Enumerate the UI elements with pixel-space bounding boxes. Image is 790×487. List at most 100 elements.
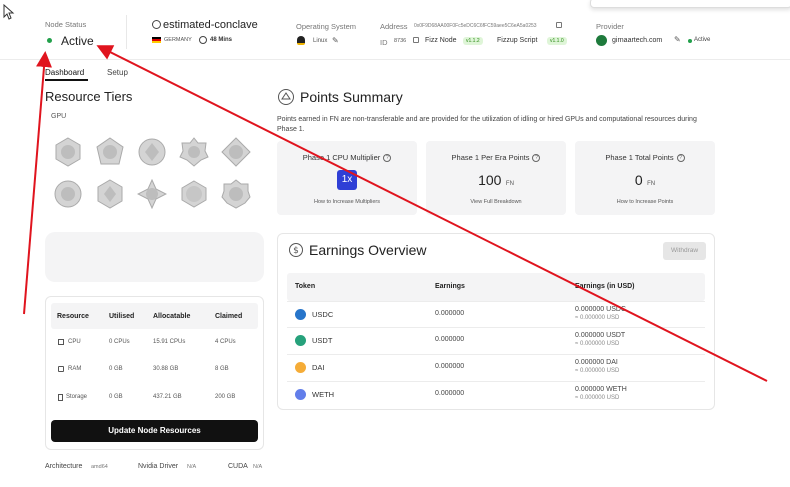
provider-status: Active [694, 37, 711, 43]
token-usd: 0.000000 USDC ≈ 0.000000 USD [575, 306, 626, 322]
architecture-label: Architecture [45, 463, 83, 470]
node-status-label: Node Status [45, 20, 87, 29]
token-usd-value: 0.000000 DAI [575, 359, 618, 366]
tier-badge-10-icon[interactable] [221, 179, 251, 209]
cpu-icon [58, 339, 64, 345]
col-allocatable: Allocatable [153, 313, 191, 320]
token-usd-approx: ≈ 0.000000 USD [575, 315, 620, 321]
token-earnings: 0.000000 [435, 336, 465, 343]
table-row: USDT 0.000000 0.000000 USDT ≈ 0.000000 US… [287, 327, 705, 353]
id-value: 8736 [394, 38, 407, 44]
row-ram-utilised: 0 GB [109, 366, 123, 372]
node-name: estimated-conclave [163, 19, 258, 31]
fizz-node-label: Fizz Node [425, 37, 457, 44]
tier-badge-3-icon[interactable] [137, 137, 167, 167]
address-value: 0x0F9D68AA00F0Fc5eDC6C6fFC59aee5C6eA5a02… [414, 23, 537, 29]
annotation-arrow-up [23, 51, 53, 315]
resource-tiers-title: Resource Tiers [45, 89, 133, 104]
col-resource: Resource [57, 313, 89, 320]
points-card-total-title: Phase 1 Total Points [605, 153, 674, 162]
token-earnings: 0.000000 [435, 363, 465, 370]
per-era-points-unit: FN [505, 181, 514, 187]
tier-placeholder-card [45, 232, 264, 282]
fizz-node-version-badge: v1.1.2 [463, 37, 483, 45]
row-cpu-allocatable: 15.91 CPUs [153, 339, 186, 345]
uptime-label: 48 Mins [210, 37, 233, 43]
svg-text:$: $ [293, 246, 299, 256]
token-usd: 0.000000 USDT ≈ 0.000000 USD [575, 332, 625, 348]
overlay-popup-edge [590, 0, 790, 8]
tab-dashboard-underline [45, 79, 88, 81]
node-status-value: Active [61, 34, 94, 48]
token-usd-approx: ≈ 0.000000 USD [575, 341, 620, 347]
row-ram-allocatable: 30.88 GB [153, 366, 179, 372]
how-to-increase-multipliers-link[interactable]: How to Increase Multipliers [277, 199, 417, 205]
status-dot [47, 38, 52, 43]
id-label: ID [380, 38, 388, 47]
token-name: WETH [312, 390, 335, 399]
tab-dashboard[interactable]: Dashboard [45, 68, 84, 77]
token-name: USDT [312, 336, 333, 345]
total-points-value-row: 0 FN [575, 172, 715, 190]
token-usd-approx: ≈ 0.000000 USD [575, 395, 620, 401]
table-row: USDC 0.000000 0.000000 USDC ≈ 0.000000 US… [287, 301, 705, 327]
token-usd-value: 0.000000 USDT [575, 332, 626, 339]
edit-provider-icon[interactable]: ✎ [674, 35, 681, 44]
tier-badge-8-icon[interactable] [137, 179, 167, 209]
col-utilised: Utilised [109, 313, 135, 320]
tier-badge-2-icon[interactable] [95, 137, 125, 167]
points-card-per-era: Phase 1 Per Era Points? 100 FN View Full… [426, 141, 566, 215]
clock-icon [199, 36, 207, 44]
fizzup-version-badge: v1.1.0 [547, 37, 567, 45]
germany-flag-icon [152, 37, 161, 43]
row-cpu-utilised: 0 CPUs [109, 339, 130, 345]
node-fingerprint-icon [152, 20, 161, 29]
table-row: WETH 0.000000 0.000000 WETH ≈ 0.000000 US… [287, 381, 705, 407]
header-bottom-border [0, 59, 790, 60]
total-points-value: 0 [634, 172, 643, 188]
architecture-value: amd64 [91, 464, 108, 470]
row-storage-utilised: 0 GB [109, 394, 123, 400]
provider-status-dot [688, 39, 692, 43]
update-node-resources-button[interactable]: Update Node Resources [51, 420, 258, 442]
header-divider [126, 15, 127, 49]
usdt-icon [295, 335, 306, 346]
provider-value: girnaartech.com [612, 37, 663, 44]
row-storage-resource: Storage [66, 394, 88, 400]
points-summary-description: Points earned in FN are non-transferable… [277, 116, 697, 133]
help-icon[interactable]: ? [676, 154, 685, 163]
earnings-title: Earnings Overview [309, 242, 427, 258]
provider-logo-icon [596, 35, 607, 46]
tier-badge-9-icon[interactable] [179, 179, 209, 209]
tab-setup[interactable]: Setup [107, 68, 128, 77]
tier-badge-5-icon[interactable] [221, 137, 251, 167]
help-icon[interactable]: ? [532, 154, 541, 163]
copy-address-icon[interactable] [556, 22, 562, 28]
token-earnings: 0.000000 [435, 310, 465, 317]
points-card-cpu-multiplier-title: Phase 1 CPU Multiplier [302, 153, 381, 162]
tier-badge-6-icon[interactable] [53, 179, 83, 209]
nvidia-driver-label: Nvidia Driver [138, 463, 179, 470]
row-storage-claimed: 200 GB [215, 394, 236, 400]
row-ram-claimed: 8 GB [215, 366, 229, 372]
token-earnings: 0.000000 [435, 390, 465, 397]
multiplier-badge: 1x [337, 170, 357, 190]
dai-icon [295, 362, 306, 373]
copy-id-icon[interactable] [413, 37, 419, 43]
earnings-header-row [287, 273, 705, 301]
view-full-breakdown-link[interactable]: View Full Breakdown [426, 199, 566, 205]
edit-os-icon[interactable]: ✎ [332, 36, 339, 45]
tier-badge-1-icon[interactable] [53, 137, 83, 167]
tier-badge-4-icon[interactable] [179, 137, 209, 167]
total-points-unit: FN [647, 181, 656, 187]
address-label: Address [380, 22, 408, 31]
per-era-points-value: 100 [478, 172, 502, 188]
tier-badge-7-icon[interactable] [95, 179, 125, 209]
help-icon[interactable]: ? [383, 154, 392, 163]
nvidia-driver-value: N/A [187, 464, 197, 470]
points-card-cpu-multiplier: Phase 1 CPU Multiplier? 1x How to Increa… [277, 141, 417, 215]
update-node-resources-label: Update Node Resources [108, 426, 201, 435]
how-to-increase-points-link[interactable]: How to Increase Points [575, 199, 715, 205]
withdraw-button[interactable]: Withdraw [663, 242, 706, 260]
points-card-per-era-title: Phase 1 Per Era Points [451, 153, 530, 162]
